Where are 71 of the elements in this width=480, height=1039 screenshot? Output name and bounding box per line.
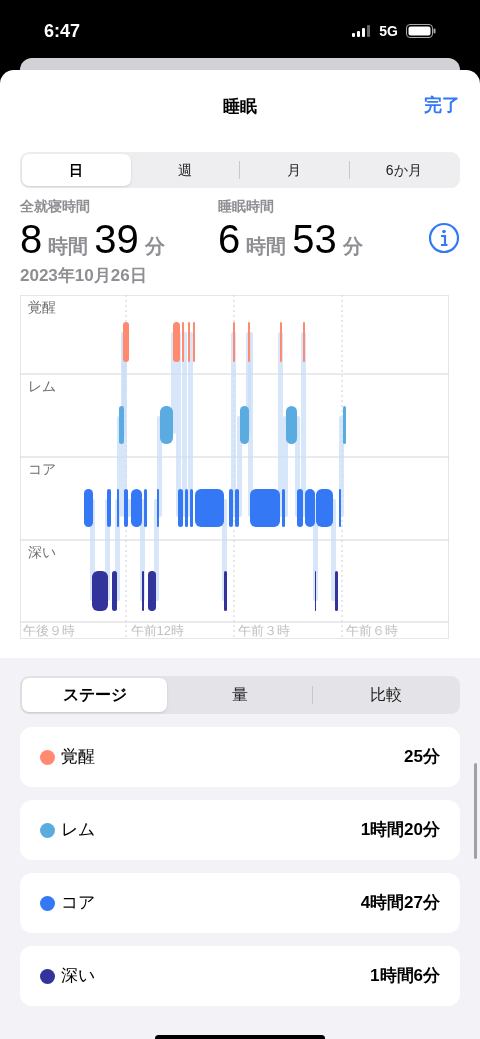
stage-axis-label: 覚醒 (28, 297, 56, 317)
segment-tab[interactable]: 月 (240, 154, 349, 186)
sleep-stage-bar (160, 405, 173, 444)
sleep-stage-bar (240, 405, 249, 444)
date-label: 2023年10月26日 (20, 266, 147, 285)
battery-icon (406, 24, 436, 38)
stage-name: コア (61, 892, 95, 915)
segment-tab[interactable]: 週 (130, 154, 239, 186)
stat-unit: 時間 (246, 234, 287, 259)
segment-tab[interactable]: ステージ (22, 678, 167, 712)
sleep-stage-bar (250, 488, 280, 527)
stat-value: 8 (20, 216, 43, 263)
segment-tab[interactable]: 量 (167, 678, 312, 712)
time-axis-label: 午前６時 (345, 622, 398, 639)
sleep-stage-bar (224, 570, 227, 611)
sleep-stage-bar (124, 488, 128, 527)
stat-label: 全就寝時間 (20, 197, 91, 216)
stage-card[interactable]: 深い 1時間6分 (20, 946, 460, 1006)
sleep-stage-bar (92, 570, 108, 611)
segment-tab[interactable]: 6か月 (349, 154, 458, 186)
sleep-stage-bar (335, 570, 338, 611)
stat-unit: 分 (144, 234, 165, 259)
sleep-stage-bar (123, 321, 129, 362)
time-axis-label: 午前３時 (238, 622, 290, 639)
stage-duration: 4時間27分 (360, 892, 440, 915)
stage-name: 覚醒 (61, 746, 95, 769)
stat-value: 53 (292, 216, 337, 263)
stage-duration: 1時間20分 (360, 819, 440, 842)
sleep-stage-bar (229, 488, 233, 527)
stat-unit: 分 (342, 234, 363, 259)
stage-axis-label: コア (28, 459, 56, 479)
stat-label: 睡眠時間 (218, 197, 275, 216)
segment-tab[interactable]: 比較 (313, 678, 458, 712)
sleep-stage-bar (173, 321, 180, 362)
sleep-stage-bar (286, 405, 297, 444)
sleep-stage-bar (119, 405, 124, 444)
sleep-stage-bar (343, 405, 346, 444)
stage-card[interactable]: レム 1時間20分 (20, 800, 460, 860)
signal-icon (352, 25, 372, 37)
stat-value: 6 (218, 216, 241, 263)
stage-card[interactable]: 覚醒 25分 (20, 727, 460, 787)
sleep-stage-bar (107, 488, 111, 527)
time-axis-label: 午後９時 (23, 622, 75, 639)
time-axis-label: 午前12時 (130, 622, 184, 639)
sleep-stage-bar (84, 488, 93, 527)
sleep-stage-bar (178, 488, 183, 527)
sleep-stage-bar (144, 488, 147, 527)
stage-name: 深い (61, 965, 95, 988)
stage-duration: 1時間6分 (370, 965, 440, 988)
stage-card[interactable]: コア 4時間27分 (20, 873, 460, 933)
stage-axis-label: レム (28, 376, 56, 396)
sleep-stage-bar (185, 488, 188, 527)
stage-name: レム (61, 819, 95, 842)
stat-unit: 時間 (48, 234, 89, 259)
sleep-stage-bar (190, 488, 193, 527)
sleep-stage-bar (297, 488, 303, 527)
sleep-stage-bar (195, 488, 224, 527)
sleep-stage-bar (148, 570, 156, 611)
sheet-title: 睡眠 (223, 96, 257, 119)
status-time: 6:47 (44, 19, 81, 43)
stage-axis-label: 深い (28, 542, 56, 562)
network-label: 5G (379, 21, 398, 41)
info-icon[interactable] (428, 222, 460, 254)
sleep-stage-bar (282, 488, 285, 527)
sleep-stage-bar (112, 570, 117, 611)
done-button[interactable]: 完了 (424, 92, 460, 119)
sleep-stage-bar (235, 488, 239, 527)
stage-duration: 25分 (404, 746, 440, 769)
stat-value: 39 (94, 216, 139, 263)
sleep-stage-bar (131, 488, 142, 527)
segment-tab[interactable]: 日 (22, 154, 131, 186)
